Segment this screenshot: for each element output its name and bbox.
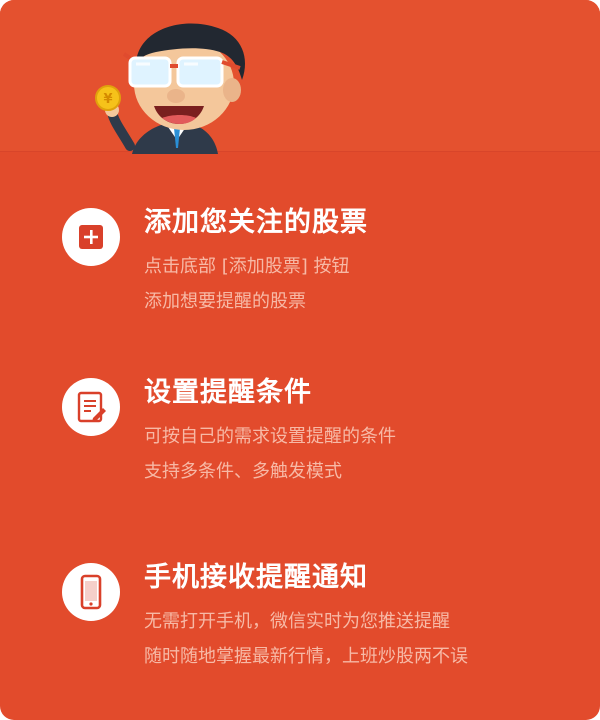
feature-receive-notification: 手机接收提醒通知 无需打开手机，微信实时为您推送提醒 随时随地掌握最新行情，上班…: [62, 555, 562, 685]
feature-title: 手机接收提醒通知: [144, 562, 368, 593]
feature-title: 添加您关注的股票: [144, 207, 368, 238]
header-band: [0, 0, 600, 152]
add-icon: [62, 208, 120, 266]
feature-desc-line-1: 无需打开手机，微信实时为您推送提醒: [144, 611, 450, 632]
feature-desc-line-1: 点击底部 [添加股票] 按钮: [144, 256, 350, 277]
svg-text:¥: ¥: [103, 92, 112, 107]
feature-desc-line-2: 添加想要提醒的股票: [144, 291, 306, 312]
mascot-illustration: ¥: [95, 23, 245, 154]
feature-desc-line-1: 可按自己的需求设置提醒的条件: [144, 426, 396, 447]
feature-desc-line-2: 支持多条件、多触发模式: [144, 461, 342, 482]
feature-desc-line-2: 随时随地掌握最新行情，上班炒股两不误: [144, 646, 468, 667]
phone-icon: [62, 563, 120, 621]
feature-set-conditions: 设置提醒条件 可按自己的需求设置提醒的条件 支持多条件、多触发模式: [62, 370, 562, 500]
edit-list-icon: [62, 378, 120, 436]
promo-card: ¥ 添加您关注的股票 点击底部 [添加股票] 按钮 添加想要提醒的股票 设置提醒…: [0, 0, 600, 720]
feature-add-stock: 添加您关注的股票 点击底部 [添加股票] 按钮 添加想要提醒的股票: [62, 200, 562, 330]
feature-title: 设置提醒条件: [144, 377, 312, 408]
